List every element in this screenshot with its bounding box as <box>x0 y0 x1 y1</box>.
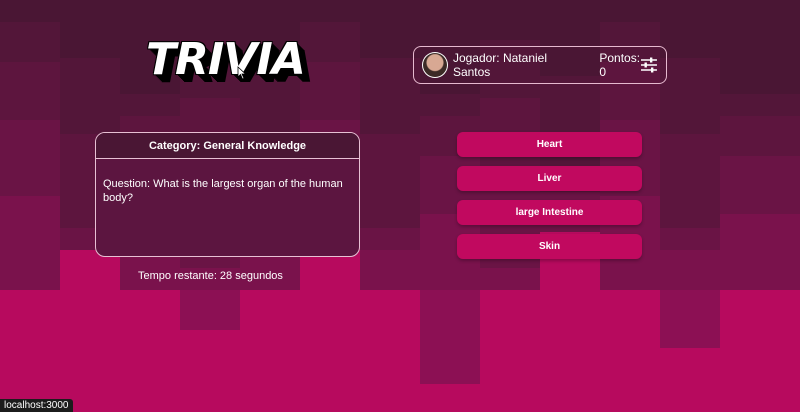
background-block <box>480 268 540 290</box>
trivia-logo: TRIVIA <box>146 34 306 85</box>
question-card: Category: General Knowledge Question: Wh… <box>95 132 360 257</box>
background-block <box>0 62 60 120</box>
background-block <box>300 62 360 120</box>
background-block <box>60 0 120 58</box>
mouse-cursor-icon <box>237 66 247 80</box>
background-block <box>720 214 800 290</box>
time-remaining: Tempo restante: 28 segundos <box>138 270 283 282</box>
background-block <box>660 58 720 134</box>
background-block <box>660 228 720 250</box>
background-block <box>300 22 360 62</box>
background-block <box>120 94 180 116</box>
background-block <box>480 0 540 40</box>
background-block <box>0 0 60 22</box>
background-block <box>0 120 60 196</box>
background-block <box>360 58 420 134</box>
answer-button-large-intestine[interactable]: large Intestine <box>457 200 642 225</box>
status-bar-url: localhost:3000 <box>0 399 73 412</box>
background-block <box>300 0 360 22</box>
answer-button-heart[interactable]: Heart <box>457 132 642 157</box>
category-header: Category: General Knowledge <box>96 133 359 159</box>
background-block <box>660 134 720 228</box>
score-label: Pontos: 0 <box>599 51 641 79</box>
background-block <box>720 0 800 94</box>
background-block <box>180 290 240 330</box>
background-block <box>420 290 480 384</box>
background-block <box>660 290 720 348</box>
avatar <box>422 52 448 78</box>
player-info-panel: Jogador: Nataniel Santos Pontos: 0 <box>413 46 667 84</box>
background-block <box>0 22 60 62</box>
player-name: Jogador: Nataniel Santos <box>452 51 547 79</box>
background-block <box>660 0 720 58</box>
background-block <box>360 250 420 290</box>
background-block <box>60 58 120 134</box>
background-block <box>720 116 800 156</box>
background-block <box>720 94 800 116</box>
settings-sliders-icon[interactable] <box>640 57 658 73</box>
background-block <box>360 228 420 250</box>
background-block <box>420 94 480 116</box>
background-block <box>0 196 60 290</box>
background-block <box>360 134 420 228</box>
question-text: Question: What is the largest organ of t… <box>103 178 343 204</box>
background-block <box>720 156 800 214</box>
background-block <box>360 0 420 58</box>
answer-button-skin[interactable]: Skin <box>457 234 642 259</box>
background-block <box>660 250 720 290</box>
answer-button-liver[interactable]: Liver <box>457 166 642 191</box>
background-block <box>600 0 660 22</box>
